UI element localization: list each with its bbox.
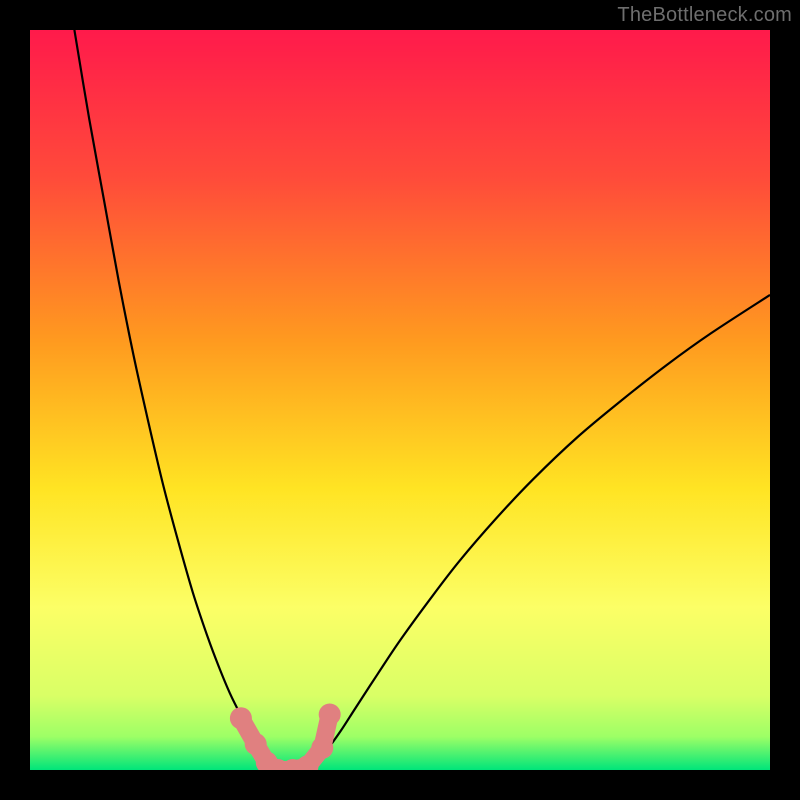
- marker-dot: [245, 733, 267, 755]
- gradient-background: [30, 30, 770, 770]
- marker-dot: [319, 704, 341, 726]
- watermark-text: TheBottleneck.com: [617, 4, 792, 27]
- bottleneck-chart: [30, 30, 770, 770]
- marker-dot: [311, 737, 333, 759]
- marker-dot: [230, 707, 252, 729]
- chart-frame: TheBottleneck.com: [0, 0, 800, 800]
